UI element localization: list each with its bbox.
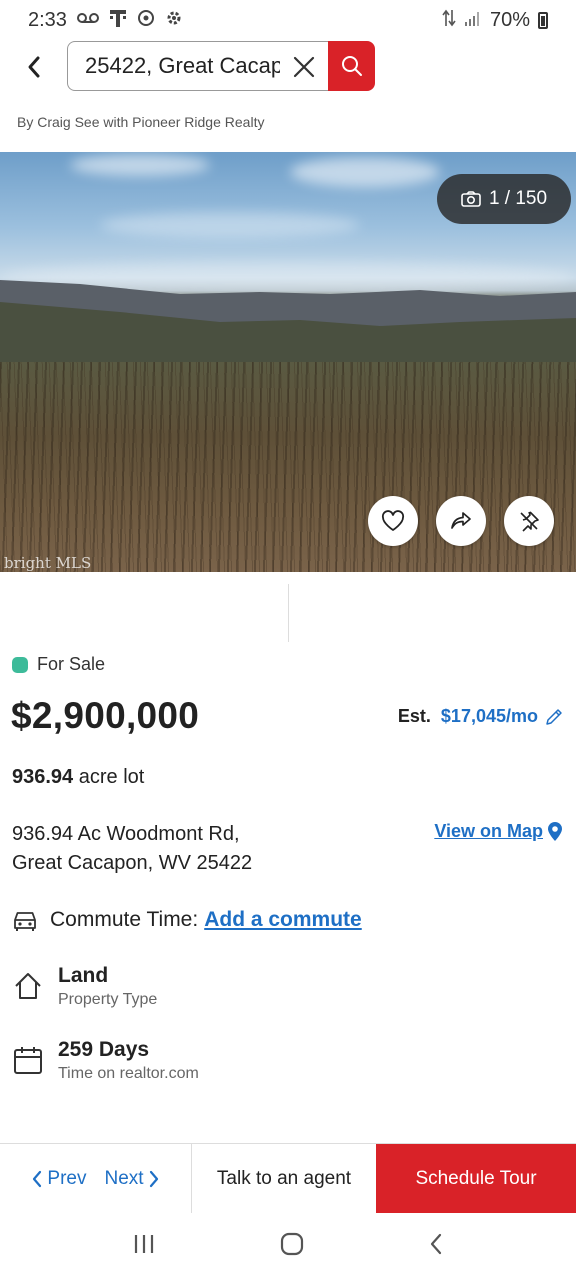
status-left: 2:33	[28, 8, 183, 33]
share-arrow-icon	[451, 512, 471, 529]
battery-percent: 70%	[489, 8, 530, 31]
sale-status-label: For Sale	[37, 654, 106, 674]
est-payment-value[interactable]: $17,045/mo	[441, 706, 538, 727]
recent-apps-button[interactable]	[132, 1233, 156, 1260]
back-button[interactable]	[18, 51, 50, 83]
lot-size-value: 936.94	[12, 766, 74, 788]
heart-icon	[381, 510, 405, 531]
carrier-t-icon	[109, 8, 127, 33]
schedule-tour-button[interactable]: Schedule Tour	[376, 1144, 576, 1213]
status-dot-icon	[12, 656, 28, 673]
property-type-value: Land	[58, 964, 109, 987]
search-button[interactable]	[328, 41, 375, 91]
save-favorite-button[interactable]	[368, 496, 418, 546]
settings-gear-icon	[165, 9, 183, 32]
home-circle-icon	[280, 1232, 304, 1256]
add-commute-link[interactable]: Add a commute	[204, 908, 362, 932]
lot-size-unit: acre lot	[78, 766, 145, 788]
time-on-site-value: 259 Days	[58, 1038, 150, 1061]
status-right: 70%	[442, 8, 548, 33]
house-icon	[15, 973, 41, 999]
photo-actions	[368, 496, 554, 546]
sync-icon	[137, 9, 155, 32]
data-transfer-icon	[442, 8, 456, 33]
time-on-site-fact: 259 Days Time on realtor.com	[12, 1038, 199, 1083]
listing-price: $2,900,000	[11, 695, 200, 736]
time-on-site-label: Time on realtor.com	[58, 1065, 199, 1082]
chevron-left-icon	[33, 1170, 42, 1187]
cloud-shape	[290, 157, 440, 187]
status-time: 2:33	[28, 8, 67, 31]
view-on-map-link[interactable]: View on Map	[434, 820, 564, 842]
next-label: Next	[104, 1167, 144, 1189]
cloud-shape	[100, 212, 360, 238]
address-line1: 936.94 Ac Woodmont Rd,	[12, 823, 240, 845]
hide-pin-icon	[520, 511, 539, 532]
talk-to-agent-button[interactable]: Talk to an agent	[192, 1144, 376, 1213]
commute-time-row: Commute Time: Add a commute	[12, 908, 362, 932]
next-listing-button[interactable]: Next	[105, 1168, 160, 1190]
bottom-action-bar: Prev Next Talk to an agent Schedule Tour	[0, 1143, 576, 1213]
est-label: Est.	[397, 706, 431, 726]
calendar-icon	[14, 1047, 42, 1074]
battery-icon	[538, 11, 548, 29]
status-bar: 2:33 70%	[0, 0, 576, 40]
share-button[interactable]	[436, 496, 486, 546]
camera-icon	[461, 191, 481, 207]
search-box	[67, 41, 329, 91]
listing-address: 936.94 Ac Woodmont Rd, Great Cacapon, WV…	[12, 820, 252, 878]
listing-navigation: Prev Next	[0, 1144, 192, 1213]
photo-counter-text: 1 / 150	[488, 188, 548, 209]
estimated-payment[interactable]: Est. $17,045/mo	[398, 706, 564, 727]
cloud-shape	[70, 154, 210, 176]
map-pin-icon	[548, 822, 562, 841]
search-header	[0, 41, 576, 93]
property-type-label: Property Type	[58, 991, 158, 1008]
mountain-ridge	[0, 280, 576, 372]
lot-size: 936.94 acre lot	[12, 766, 144, 789]
photo-counter-button[interactable]: 1 / 150	[437, 174, 571, 224]
listing-agent-byline: By Craig See with Pioneer Ridge Realty	[17, 114, 265, 130]
view-on-map-label: View on Map	[434, 820, 543, 841]
close-icon	[293, 56, 315, 78]
home-button[interactable]	[279, 1231, 305, 1262]
prev-listing-button[interactable]: Prev	[31, 1167, 87, 1190]
clear-search-button[interactable]	[291, 54, 317, 80]
system-navigation-bar	[0, 1213, 576, 1280]
mls-watermark: bright MLS	[4, 554, 92, 572]
listing-photo[interactable]: 1 / 150 bright MLS	[0, 152, 576, 572]
voicemail-icon	[76, 10, 99, 30]
recent-apps-icon	[134, 1235, 153, 1253]
car-icon	[14, 912, 36, 931]
system-back-button[interactable]	[428, 1232, 444, 1261]
search-input[interactable]	[85, 53, 280, 79]
address-line2: Great Cacapon, WV 25422	[12, 852, 253, 874]
property-type-fact: Land Property Type	[12, 964, 157, 1009]
sale-status: For Sale	[12, 654, 105, 675]
divider	[288, 584, 289, 642]
chevron-left-icon	[28, 56, 40, 78]
search-icon	[341, 56, 362, 76]
chevron-right-icon	[149, 1170, 158, 1187]
prev-label: Prev	[47, 1167, 87, 1189]
commute-label: Commute Time:	[50, 908, 199, 931]
back-chevron-icon	[431, 1233, 442, 1255]
hide-listing-button[interactable]	[504, 496, 554, 546]
signal-icon	[464, 9, 482, 32]
pencil-edit-icon[interactable]	[544, 707, 564, 727]
